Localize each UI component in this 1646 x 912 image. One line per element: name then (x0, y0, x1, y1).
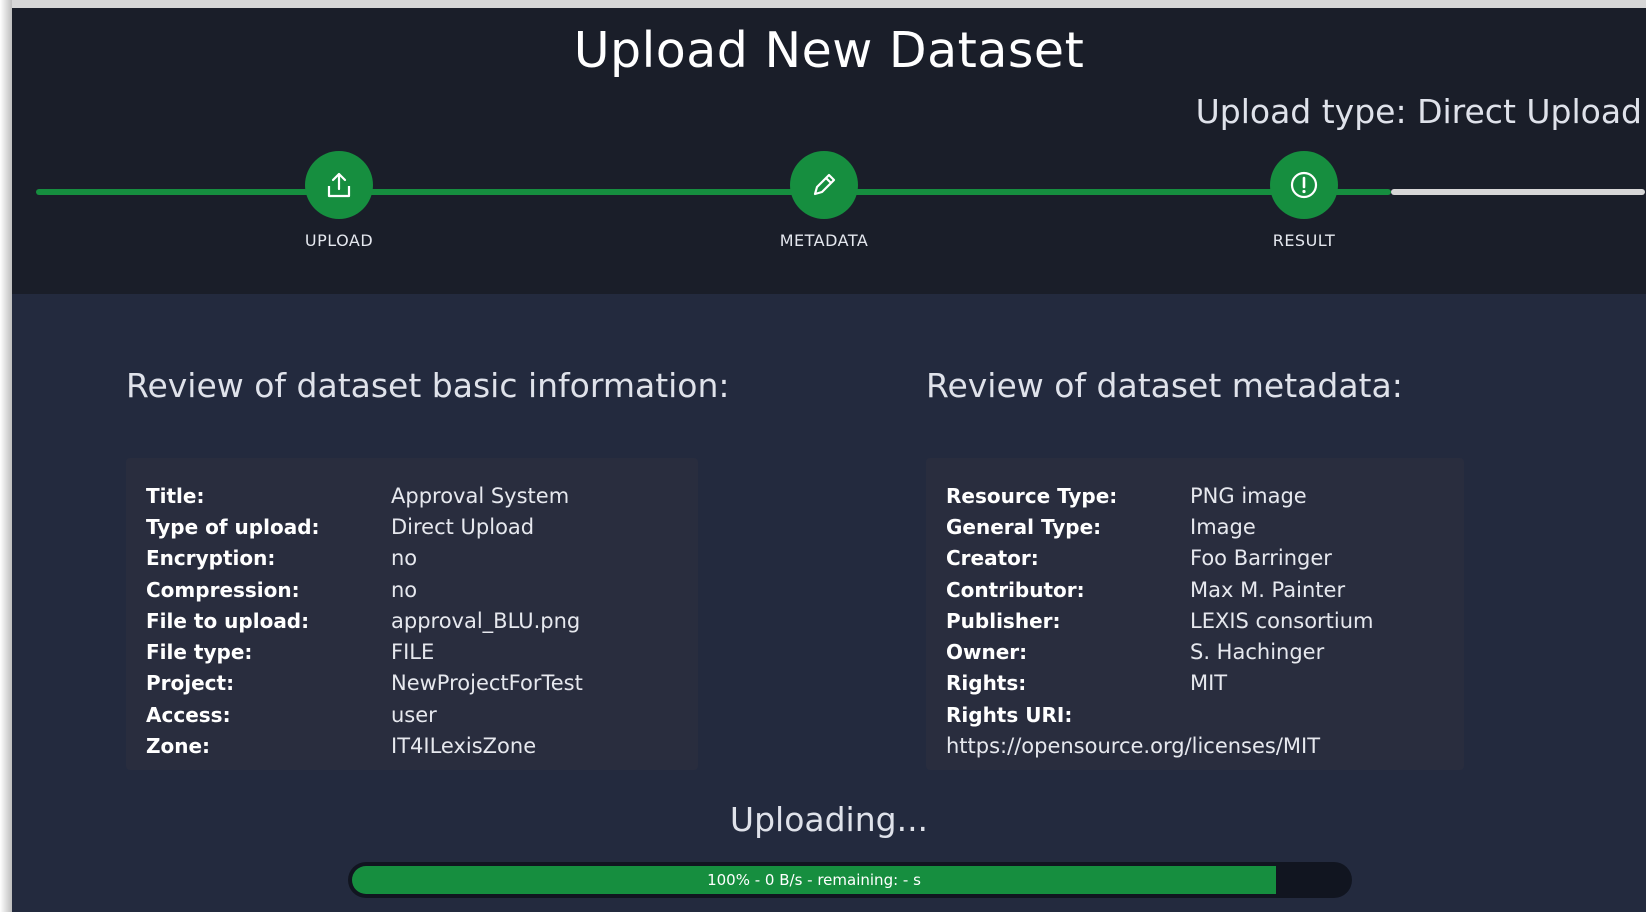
upload-icon (305, 151, 373, 219)
info-value: IT4ILexisZone (391, 734, 537, 759)
meta-label: Creator: (946, 546, 1039, 571)
info-label: Encryption: (146, 546, 276, 571)
meta-value: Image (1190, 514, 1256, 539)
meta-label: Resource Type: (946, 483, 1118, 508)
meta-label: General Type: (946, 514, 1102, 539)
info-row-access: Access: user (146, 699, 688, 730)
basic-info-card: Title: Approval System Type of upload: D… (126, 458, 698, 770)
meta-row-rights-uri-value: https://opensource.org/licenses/MIT (946, 730, 1454, 761)
info-label: File type: (146, 640, 253, 665)
stepper-track-pending (1391, 189, 1645, 195)
step-upload[interactable]: UPLOAD (279, 151, 399, 250)
info-row-project: Project: NewProjectForTest (146, 668, 688, 699)
info-row-file-type: File type: FILE (146, 636, 688, 667)
info-value: no (391, 577, 418, 602)
metadata-heading: Review of dataset metadata: (926, 366, 1403, 405)
info-label: Zone: (146, 734, 211, 759)
info-value: user (391, 702, 437, 727)
meta-row-publisher: Publisher: LEXIS consortium (946, 605, 1454, 636)
basic-info-list: Title: Approval System Type of upload: D… (146, 480, 688, 762)
window-left-edge (0, 0, 12, 912)
meta-label: Publisher: (946, 608, 1061, 633)
meta-value: Max M. Painter (1190, 577, 1346, 602)
upload-progress-text: 100% - 0 B/s - remaining: - s (707, 871, 921, 889)
info-row-compression: Compression: no (146, 574, 688, 605)
meta-row-general-type: General Type: Image (946, 511, 1454, 542)
meta-label: Rights: (946, 671, 1027, 696)
meta-row-contributor: Contributor: Max M. Painter (946, 574, 1454, 605)
meta-value: PNG image (1190, 483, 1307, 508)
upload-dialog: Upload New Dataset Upload type: Direct U… (12, 8, 1646, 912)
info-row-title: Title: Approval System (146, 480, 688, 511)
rights-uri-link[interactable]: https://opensource.org/licenses/MIT (946, 734, 1320, 758)
meta-label: Contributor: (946, 577, 1085, 602)
info-value: no (391, 546, 418, 571)
info-row-encryption: Encryption: no (146, 543, 688, 574)
metadata-card: Resource Type: PNG image General Type: I… (926, 458, 1464, 770)
stepper-track-complete (36, 189, 1391, 195)
window-top-edge (0, 0, 1646, 8)
info-label: Compression: (146, 577, 300, 602)
meta-value: S. Hachinger (1190, 640, 1325, 665)
meta-label: Rights URI: (946, 702, 1073, 727)
review-panel: Review of dataset basic information: Rev… (12, 294, 1646, 912)
info-row-file: File to upload: approval_BLU.png (146, 605, 688, 636)
info-label: Type of upload: (146, 514, 320, 539)
info-row-upload-type: Type of upload: Direct Upload (146, 511, 688, 542)
info-label: Project: (146, 671, 235, 696)
meta-value: MIT (1190, 671, 1228, 696)
meta-row-resource-type: Resource Type: PNG image (946, 480, 1454, 511)
uploading-status: Uploading... (729, 800, 929, 839)
upload-type-label: Upload type: Direct Upload (1195, 92, 1642, 131)
meta-value: LEXIS consortium (1190, 608, 1374, 633)
basic-info-heading: Review of dataset basic information: (126, 366, 730, 405)
info-value: FILE (391, 640, 435, 665)
meta-label: Owner: (946, 640, 1028, 665)
pencil-icon (790, 151, 858, 219)
metadata-list: Resource Type: PNG image General Type: I… (946, 480, 1454, 762)
meta-row-owner: Owner: S. Hachinger (946, 636, 1454, 667)
exclamation-circle-icon (1270, 151, 1338, 219)
meta-row-creator: Creator: Foo Barringer (946, 543, 1454, 574)
meta-value: Foo Barringer (1190, 546, 1332, 571)
step-result[interactable]: RESULT (1244, 151, 1364, 250)
info-row-zone: Zone: IT4ILexisZone (146, 730, 688, 761)
info-value: NewProjectForTest (391, 671, 583, 696)
info-label: Access: (146, 702, 231, 727)
info-label: File to upload: (146, 608, 310, 633)
info-value: Direct Upload (391, 514, 535, 539)
page-title: Upload New Dataset (573, 22, 1085, 79)
meta-row-rights-uri: Rights URI: (946, 699, 1454, 730)
meta-row-rights: Rights: MIT (946, 668, 1454, 699)
info-value: Approval System (391, 483, 570, 508)
step-metadata-label: METADATA (779, 231, 869, 250)
step-result-label: RESULT (1272, 231, 1336, 250)
info-value: approval_BLU.png (391, 608, 581, 633)
step-upload-label: UPLOAD (304, 231, 374, 250)
step-metadata[interactable]: METADATA (764, 151, 884, 250)
info-label: Title: (146, 483, 205, 508)
upload-progress-bar: 100% - 0 B/s - remaining: - s (348, 862, 1352, 898)
